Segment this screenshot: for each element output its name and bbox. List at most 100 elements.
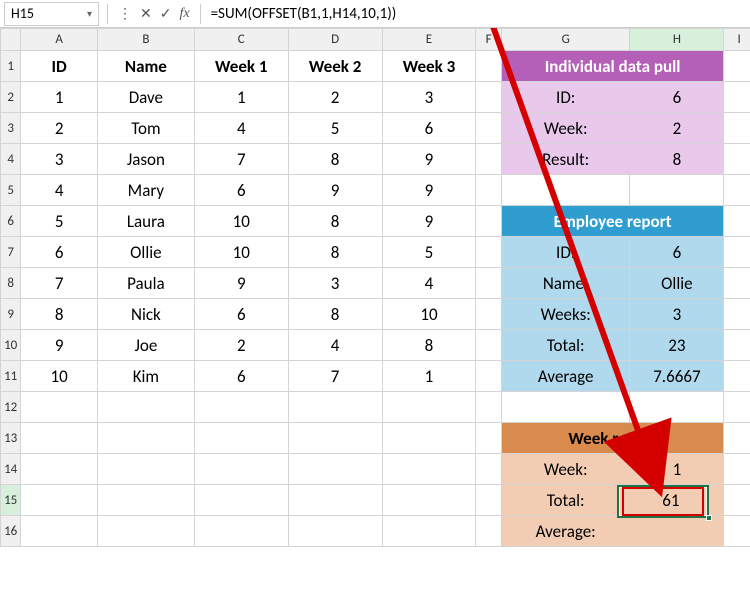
- cell[interactable]: Ollie: [630, 268, 724, 299]
- cell[interactable]: Week 1: [194, 51, 288, 82]
- cell[interactable]: Average: [501, 361, 630, 392]
- cell[interactable]: Kim: [97, 361, 194, 392]
- cell[interactable]: 3: [630, 299, 724, 330]
- row-header[interactable]: 3: [1, 113, 21, 144]
- cell[interactable]: 6: [382, 113, 476, 144]
- cell[interactable]: [288, 423, 382, 454]
- cell[interactable]: [476, 268, 502, 299]
- cell[interactable]: ID:: [501, 82, 630, 113]
- cell[interactable]: [97, 454, 194, 485]
- cell[interactable]: Name: [97, 51, 194, 82]
- cell[interactable]: 2: [194, 330, 288, 361]
- spreadsheet-grid[interactable]: A B C D E F G H I 1 ID Name Week 1 Week …: [0, 28, 750, 547]
- cell[interactable]: Name:: [501, 268, 630, 299]
- cell[interactable]: Jason: [97, 144, 194, 175]
- cell[interactable]: [501, 175, 630, 206]
- cell[interactable]: [476, 144, 502, 175]
- cell[interactable]: [724, 392, 750, 423]
- cell[interactable]: [476, 82, 502, 113]
- cell[interactable]: [194, 423, 288, 454]
- cell[interactable]: 4: [194, 113, 288, 144]
- cell[interactable]: Week 2: [288, 51, 382, 82]
- col-header-A[interactable]: A: [21, 29, 98, 51]
- cell[interactable]: 2: [21, 113, 98, 144]
- cell[interactable]: [288, 485, 382, 516]
- active-cell-H15[interactable]: 61: [630, 485, 724, 516]
- col-header-E[interactable]: E: [382, 29, 476, 51]
- cell[interactable]: [724, 175, 750, 206]
- panel-title[interactable]: Week report: [501, 423, 723, 454]
- cell[interactable]: [724, 454, 750, 485]
- row-header[interactable]: 12: [1, 392, 21, 423]
- cell[interactable]: [97, 485, 194, 516]
- cell[interactable]: [476, 485, 502, 516]
- cell[interactable]: 7: [21, 268, 98, 299]
- dropdown-icon[interactable]: ⋮: [118, 5, 132, 22]
- cell[interactable]: 8: [288, 144, 382, 175]
- cell[interactable]: [476, 113, 502, 144]
- cell[interactable]: Week 3: [382, 51, 476, 82]
- cell[interactable]: [724, 82, 750, 113]
- cell[interactable]: [476, 51, 502, 82]
- cell[interactable]: 8: [288, 299, 382, 330]
- active-cell-handle[interactable]: [706, 515, 712, 521]
- cell[interactable]: 4: [21, 175, 98, 206]
- cell[interactable]: [476, 206, 502, 237]
- cell[interactable]: [724, 423, 750, 454]
- cell[interactable]: [194, 454, 288, 485]
- row-header[interactable]: 6: [1, 206, 21, 237]
- cell[interactable]: Weeks:: [501, 299, 630, 330]
- cell[interactable]: [476, 175, 502, 206]
- cell[interactable]: 7: [288, 361, 382, 392]
- cell[interactable]: 5: [288, 113, 382, 144]
- col-header-F[interactable]: F: [476, 29, 502, 51]
- cell[interactable]: [476, 361, 502, 392]
- row-header[interactable]: 2: [1, 82, 21, 113]
- cell[interactable]: [476, 516, 502, 547]
- cell[interactable]: 9: [382, 206, 476, 237]
- cell[interactable]: [97, 423, 194, 454]
- cell[interactable]: [724, 206, 750, 237]
- cell[interactable]: [724, 144, 750, 175]
- cell[interactable]: 6: [630, 237, 724, 268]
- cell[interactable]: Ollie: [97, 237, 194, 268]
- cell[interactable]: 10: [382, 299, 476, 330]
- cell[interactable]: 2: [288, 82, 382, 113]
- col-header-C[interactable]: C: [194, 29, 288, 51]
- cell[interactable]: 3: [382, 82, 476, 113]
- cell[interactable]: Total:: [501, 485, 630, 516]
- cell[interactable]: ID:: [501, 237, 630, 268]
- cell[interactable]: Average:: [501, 516, 630, 547]
- cell[interactable]: 1: [21, 82, 98, 113]
- row-header[interactable]: 4: [1, 144, 21, 175]
- cell[interactable]: Week:: [501, 113, 630, 144]
- row-header[interactable]: 10: [1, 330, 21, 361]
- cell[interactable]: [476, 392, 502, 423]
- cell[interactable]: [21, 392, 98, 423]
- col-header-I[interactable]: I: [724, 29, 750, 51]
- cell[interactable]: [21, 423, 98, 454]
- cell[interactable]: [194, 516, 288, 547]
- cell[interactable]: [194, 392, 288, 423]
- cell[interactable]: ID: [21, 51, 98, 82]
- cell[interactable]: [724, 361, 750, 392]
- cell[interactable]: Total:: [501, 330, 630, 361]
- cell[interactable]: 10: [194, 237, 288, 268]
- cell[interactable]: 8: [288, 206, 382, 237]
- row-header[interactable]: 8: [1, 268, 21, 299]
- cell[interactable]: [382, 454, 476, 485]
- cell[interactable]: [21, 516, 98, 547]
- row-header[interactable]: 11: [1, 361, 21, 392]
- accept-icon[interactable]: ✓: [160, 5, 172, 22]
- panel-title[interactable]: Individual data pull: [501, 51, 723, 82]
- row-header[interactable]: 1: [1, 51, 21, 82]
- cell[interactable]: Mary: [97, 175, 194, 206]
- row-header[interactable]: 13: [1, 423, 21, 454]
- cell[interactable]: Tom: [97, 113, 194, 144]
- formula-input[interactable]: =SUM(OFFSET(B1,1,H14,10,1)): [205, 2, 750, 26]
- cell[interactable]: 9: [382, 175, 476, 206]
- cell[interactable]: 10: [21, 361, 98, 392]
- cell[interactable]: 23: [630, 330, 724, 361]
- cell[interactable]: 7: [194, 144, 288, 175]
- cell[interactable]: 8: [382, 330, 476, 361]
